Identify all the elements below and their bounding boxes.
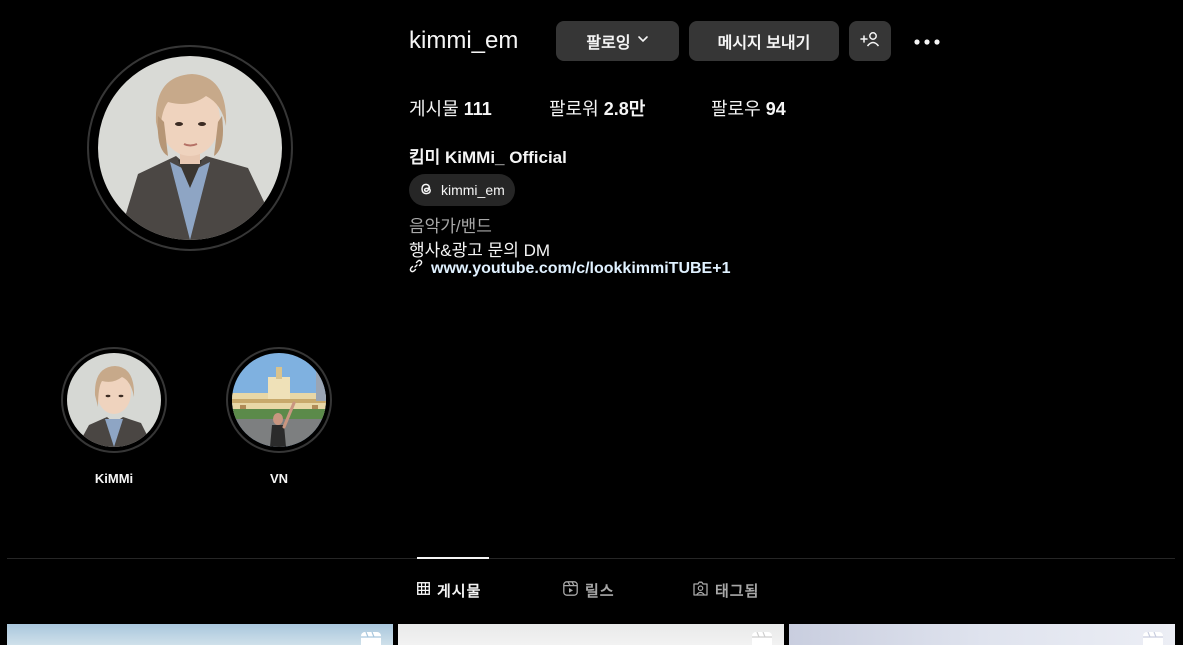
profile-username: kimmi_em — [409, 27, 519, 54]
profile-avatar[interactable] — [98, 56, 282, 240]
following-button[interactable]: 팔로잉 — [556, 21, 679, 61]
threads-badge[interactable]: kimmi_em — [409, 174, 515, 206]
profile-category: 음악가/밴드 — [409, 217, 492, 236]
active-tab-indicator — [417, 557, 489, 559]
tab-reels[interactable]: 릴스 — [563, 580, 615, 601]
posts-count-value: 111 — [463, 99, 492, 119]
post-thumbnail[interactable] — [789, 624, 1175, 645]
highlight-item[interactable]: KiMMi — [61, 347, 167, 486]
following-count-label: 팔로우 — [711, 99, 761, 119]
post-thumbnail[interactable] — [398, 624, 784, 645]
profile-page: kimmi_em 팔로잉 메시지 보내기 게시물 111 팔로워 2.8만 팔로… — [0, 0, 1183, 645]
threads-icon — [417, 180, 435, 201]
chevron-down-icon — [637, 32, 649, 50]
posts-count: 게시물 111 — [409, 95, 492, 121]
tagged-icon — [693, 581, 708, 600]
following-count-value: 94 — [765, 99, 786, 119]
reel-badge-icon — [752, 631, 772, 645]
reel-badge-icon — [1143, 631, 1163, 645]
tab-tagged-label: 태그됨 — [715, 583, 760, 600]
tab-posts[interactable]: 게시물 — [417, 580, 481, 601]
tabs-divider — [7, 558, 1175, 559]
tab-reels-label: 릴스 — [585, 583, 615, 600]
profile-avatar-ring[interactable] — [87, 45, 293, 251]
highlight-cover — [232, 353, 326, 447]
posts-count-label: 게시물 — [409, 99, 459, 119]
highlight-ring — [226, 347, 332, 453]
followers-count-value: 2.8만 — [603, 99, 646, 119]
more-horizontal-icon — [913, 32, 941, 50]
following-button-label: 팔로잉 — [586, 35, 631, 52]
add-user-icon — [860, 31, 880, 52]
highlight-item[interactable]: VN — [226, 347, 332, 486]
suggest-users-button[interactable] — [849, 21, 891, 61]
message-button[interactable]: 메시지 보내기 — [689, 21, 839, 61]
link-icon — [409, 259, 423, 278]
more-options-button[interactable] — [909, 27, 945, 55]
reels-icon — [563, 581, 578, 600]
tab-posts-label: 게시물 — [437, 583, 482, 600]
profile-link-text: www.youtube.com/c/lookkimmiTUBE+1 — [431, 259, 731, 277]
followers-count-label: 팔로워 — [549, 99, 599, 119]
highlight-cover — [67, 353, 161, 447]
highlight-ring — [61, 347, 167, 453]
profile-external-link[interactable]: www.youtube.com/c/lookkimmiTUBE+1 — [409, 259, 730, 278]
profile-full-name: 킴미 KiMMi_ Official — [409, 148, 567, 167]
message-button-label: 메시지 보내기 — [717, 35, 811, 52]
grid-icon — [417, 582, 430, 599]
reel-badge-icon — [361, 631, 381, 645]
following-count[interactable]: 팔로우 94 — [711, 95, 786, 121]
tab-tagged[interactable]: 태그됨 — [693, 580, 759, 601]
threads-handle: kimmi_em — [441, 182, 505, 198]
highlight-label: VN — [269, 471, 289, 486]
post-thumbnail[interactable] — [7, 624, 393, 645]
followers-count[interactable]: 팔로워 2.8만 — [549, 95, 645, 121]
profile-bio: 행사&광고 문의 DM — [409, 241, 551, 260]
highlight-label: KiMMi — [94, 471, 134, 486]
